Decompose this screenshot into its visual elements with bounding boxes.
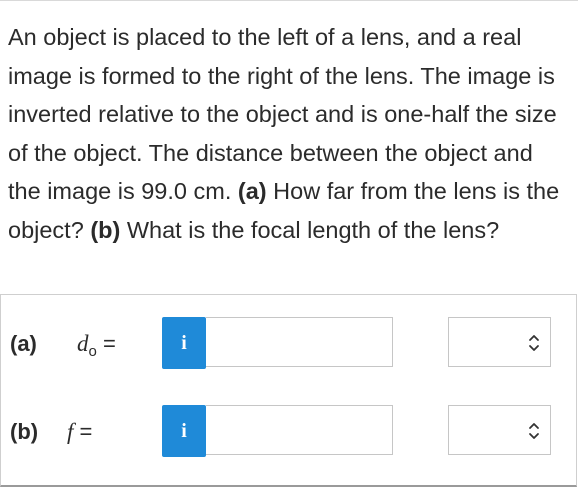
object-distance-input[interactable] — [206, 317, 393, 367]
variable-subscript: o — [88, 343, 97, 360]
variable-symbol: d — [77, 331, 89, 356]
part-a-label: (a) — [10, 331, 37, 356]
part-b-marker: (b) — [90, 216, 121, 243]
focal-length-label: f = — [67, 419, 92, 445]
info-icon: i — [181, 332, 187, 354]
info-icon: i — [181, 420, 187, 442]
answer-row-b: (b) f = i — [1, 403, 576, 461]
problem-description: An object is placed to the left of a len… — [8, 24, 557, 204]
info-button[interactable]: i — [162, 317, 206, 369]
part-a-marker: (a) — [237, 178, 267, 204]
unit-select-a[interactable] — [448, 317, 551, 367]
answer-row-a: (a) do = i — [1, 315, 576, 373]
unit-select-b[interactable] — [448, 405, 551, 455]
problem-statement: An object is placed to the left of a len… — [8, 18, 570, 249]
chevron-up-down-icon — [529, 335, 539, 351]
part-b-question: What is the focal length of the lens? — [126, 216, 500, 243]
chevron-up-down-icon — [529, 423, 539, 439]
part-b-label: (b) — [10, 419, 39, 444]
answer-panel: (a) do = i (b) f = i — [0, 294, 577, 487]
equals-sign: = — [73, 419, 93, 444]
focal-length-input[interactable] — [206, 405, 393, 455]
info-button[interactable]: i — [162, 405, 206, 457]
object-distance-label: do = — [77, 331, 116, 360]
equals-sign: = — [96, 331, 116, 356]
top-divider — [0, 0, 578, 1]
